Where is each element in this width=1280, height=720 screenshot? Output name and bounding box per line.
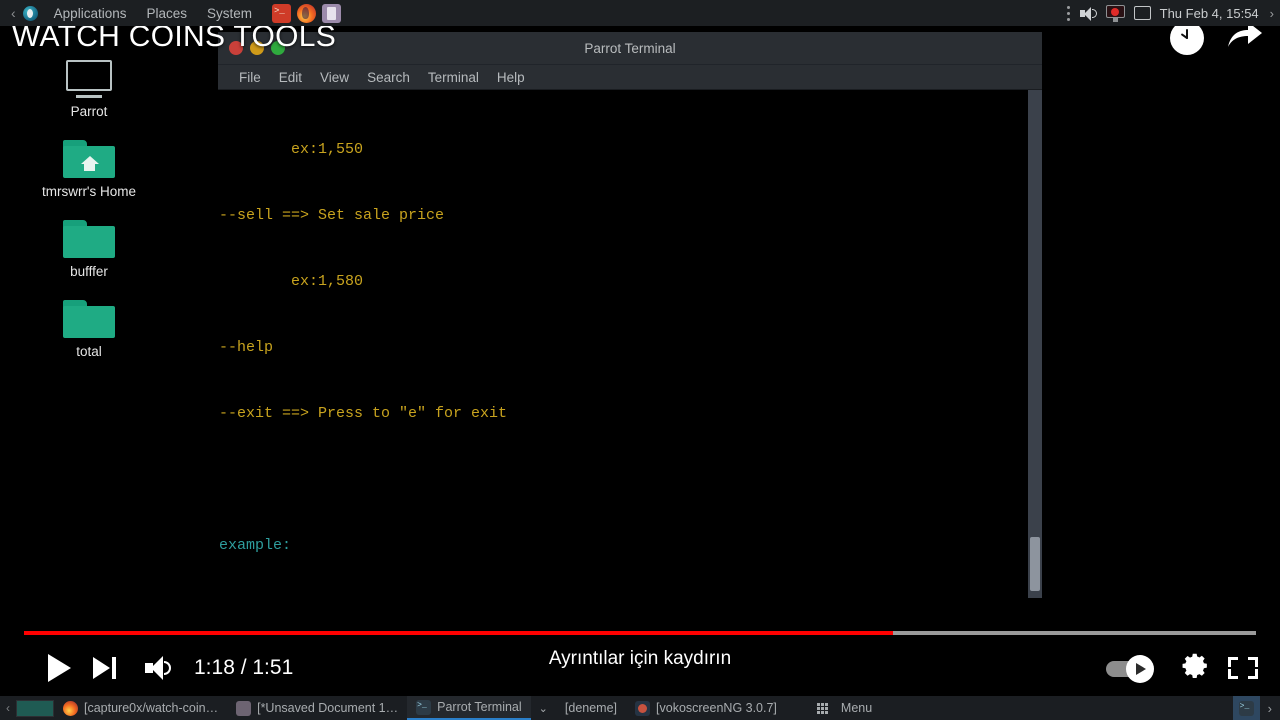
firefox-icon[interactable] <box>297 3 317 23</box>
terminal-title: Parrot Terminal <box>584 40 676 56</box>
desktop-icon-bufffer[interactable]: bufffer <box>33 214 145 279</box>
desktop-icon-label: bufffer <box>70 264 108 279</box>
system-top-panel[interactable]: ‹ Applications Places System Thu Feb 4, … <box>0 0 1280 26</box>
terminal-line: --sell ==> Set sale price <box>219 207 445 224</box>
taskbar-item-label: Parrot Terminal <box>437 700 522 714</box>
terminal-line: ex:1,580 <box>219 273 364 290</box>
taskbar-back-chevron[interactable]: ‹ <box>0 701 16 715</box>
panel-forward-chevron[interactable]: › <box>1268 6 1274 21</box>
desktop-icon-total[interactable]: total <box>33 294 145 359</box>
menu-search[interactable]: Search <box>358 70 419 85</box>
taskbar-item-label: [deneme] <box>564 701 618 715</box>
vokoscreen-icon <box>635 700 651 716</box>
autoplay-toggle[interactable] <box>1106 651 1162 685</box>
menu-applications[interactable]: Applications <box>44 6 137 21</box>
taskbar-item-editor[interactable]: [*Unsaved Document 1… <box>227 696 407 720</box>
taskbar-menu-button[interactable]: Menu <box>808 696 881 720</box>
gear-icon[interactable] <box>1180 651 1210 686</box>
taskbar-item-terminal[interactable]: Parrot Terminal <box>407 696 531 720</box>
play-button[interactable] <box>36 654 82 682</box>
terminal-titlebar[interactable]: Parrot Terminal <box>218 32 1042 65</box>
home-folder-icon <box>33 134 145 178</box>
video-time-display: 1:18 / 1:51 <box>194 656 294 679</box>
volume-button[interactable] <box>138 656 182 680</box>
parrot-logo-icon[interactable] <box>22 5 38 21</box>
menu-terminal[interactable]: Terminal <box>419 70 488 85</box>
terminal-line: --help <box>219 339 274 356</box>
desktop-icon-label: Parrot <box>70 104 108 119</box>
taskbar-menu-label: Menu <box>840 701 873 715</box>
taskbar-item-vokoscreen[interactable]: [vokoscreenNG 3.0.7] <box>626 696 786 720</box>
terminal-scrollbar-thumb[interactable] <box>1030 537 1040 591</box>
terminal-scrollbar[interactable] <box>1028 90 1042 598</box>
video-progress-bar[interactable] <box>24 631 1256 635</box>
terminal-line: --exit ==> Press to "e" for exit <box>219 405 508 422</box>
terminal-window[interactable]: Parrot Terminal File Edit View Search Te… <box>218 32 1042 598</box>
next-track-button[interactable] <box>86 657 126 679</box>
desktop-icon-label: total <box>76 344 102 359</box>
taskbar-item-firefox[interactable]: [capture0x/watch-coin… <box>54 696 227 720</box>
taskbar-item-label: [vokoscreenNG 3.0.7] <box>656 701 777 715</box>
menu-edit[interactable]: Edit <box>270 70 311 85</box>
folder-icon <box>33 214 145 258</box>
grip-dots-icon[interactable] <box>1067 5 1071 21</box>
terminal-icon <box>416 699 432 715</box>
panel-back-chevron[interactable]: ‹ <box>4 5 23 21</box>
caret-down-icon[interactable]: ⌄ <box>531 702 556 715</box>
screen-recorder-icon[interactable] <box>1105 4 1125 22</box>
menu-places[interactable]: Places <box>136 6 197 21</box>
system-clock[interactable]: Thu Feb 4, 15:54 <box>1160 6 1259 21</box>
terminal-output[interactable]: ex:1,550 --sell ==> Set sale price ex:1,… <box>218 90 1042 598</box>
screen-root: Parrot tmrswrr's Home bufffer total Parr… <box>0 0 1280 720</box>
desktop-icon-label: tmrswrr's Home <box>41 184 137 199</box>
text-editor-icon <box>236 700 252 716</box>
taskbar[interactable]: ‹ [capture0x/watch-coin… [*Unsaved Docum… <box>0 696 1280 720</box>
text-editor-icon[interactable] <box>322 3 342 23</box>
video-player-controls[interactable]: Ayrıntılar için kaydırın 1:18 / 1:51 <box>0 624 1280 696</box>
firefox-icon <box>63 700 78 716</box>
desktop-icon-home[interactable]: tmrswrr's Home <box>33 134 145 199</box>
menu-view[interactable]: View <box>311 70 358 85</box>
show-desktop-button[interactable] <box>16 699 54 717</box>
taskbar-item-label: [capture0x/watch-coin… <box>84 701 219 715</box>
terminal-menubar[interactable]: File Edit View Search Terminal Help <box>218 65 1042 90</box>
terminal-line: example: <box>219 537 292 554</box>
taskbar-item-deneme[interactable]: [deneme] <box>556 696 626 720</box>
taskbar-item-label: [*Unsaved Document 1… <box>257 701 399 715</box>
desktop-icon-parrot[interactable]: Parrot <box>33 54 145 119</box>
menu-system[interactable]: System <box>197 6 262 21</box>
grid-icon <box>816 702 830 714</box>
taskbar-workspace-selected[interactable] <box>1232 696 1260 720</box>
terminal-icon <box>1238 700 1254 716</box>
volume-icon[interactable] <box>1079 6 1097 21</box>
terminal-line: ex:1,550 <box>219 141 364 158</box>
folder-icon <box>33 294 145 338</box>
video-progress-played <box>24 631 893 635</box>
terminal-icon[interactable] <box>272 3 292 23</box>
monitor-icon <box>33 54 145 98</box>
display-icon[interactable] <box>1133 6 1151 20</box>
taskbar-forward-chevron[interactable]: › <box>1260 701 1280 716</box>
menu-file[interactable]: File <box>230 70 270 85</box>
exit-fullscreen-icon[interactable] <box>1228 653 1258 683</box>
menu-help[interactable]: Help <box>488 70 534 85</box>
